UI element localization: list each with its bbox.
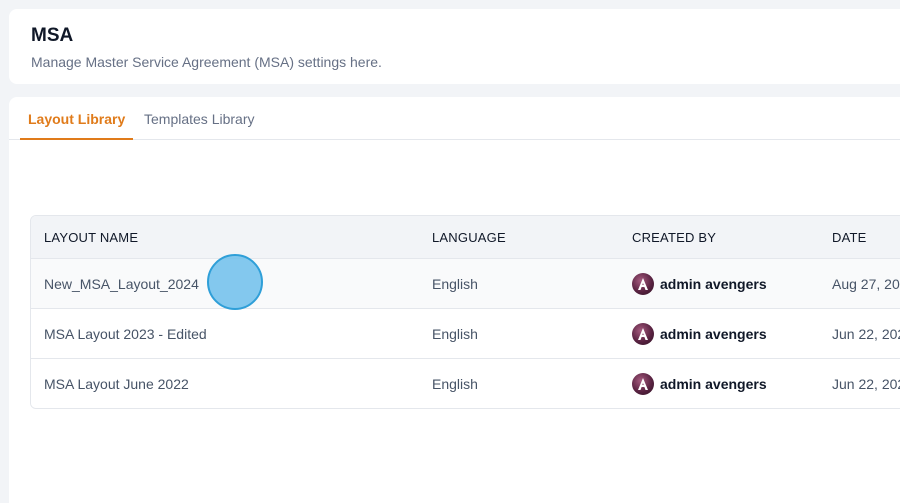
column-header-date[interactable]: DATE [832, 216, 867, 258]
language-cell: English [432, 275, 478, 292]
creator-name: admin avengers [660, 376, 767, 392]
tab-layout-library[interactable]: Layout Library [20, 111, 134, 140]
creator-name: admin avengers [660, 275, 767, 292]
page: MSA Manage Master Service Agreement (MSA… [0, 0, 900, 503]
creator-name: admin avengers [660, 325, 767, 342]
tab-templates-library[interactable]: Templates Library [144, 111, 255, 138]
page-title: MSA [31, 25, 74, 46]
date-cell: Jun 22, 202 [832, 376, 900, 392]
column-header-language[interactable]: LANGUAGE [432, 216, 506, 258]
created-by-cell: admin avengers [632, 259, 767, 308]
created-by-cell: admin avengers [632, 309, 767, 358]
avengers-logo-icon [632, 373, 654, 395]
language-cell: English [432, 325, 478, 342]
tab-bar: Layout Library Templates Library [9, 97, 900, 140]
column-header-layout-name[interactable]: LAYOUT NAME [44, 216, 138, 258]
avengers-logo-icon [632, 272, 654, 295]
table-row[interactable]: MSA Layout 2023 - Edited English admin a… [31, 309, 900, 359]
layout-name-cell[interactable]: New_MSA_Layout_2024 [44, 259, 199, 308]
page-header: MSA Manage Master Service Agreement (MSA… [9, 9, 900, 84]
table-header-row: LAYOUT NAME LANGUAGE CREATED BY DATE [31, 216, 900, 259]
click-indicator [207, 254, 263, 310]
content-card: Layout Library Templates Library LAYOUT … [9, 97, 900, 503]
layout-name-cell[interactable]: MSA Layout 2023 - Edited [44, 309, 207, 358]
date-cell: Jun 22, 202 [832, 325, 900, 342]
table-row[interactable]: New_MSA_Layout_2024 English admin avenge… [31, 259, 900, 309]
created-by-cell: admin avengers [632, 359, 767, 408]
layouts-table: LAYOUT NAME LANGUAGE CREATED BY DATE New… [30, 215, 900, 409]
layout-name-cell[interactable]: MSA Layout June 2022 [44, 359, 189, 408]
column-header-created-by[interactable]: CREATED BY [632, 216, 716, 258]
table-row[interactable]: MSA Layout June 2022 English admin aveng… [31, 359, 900, 408]
avengers-logo-icon [632, 322, 654, 345]
language-cell: English [432, 376, 478, 392]
date-cell: Aug 27, 202 [832, 275, 900, 292]
page-subtitle: Manage Master Service Agreement (MSA) se… [31, 54, 382, 70]
